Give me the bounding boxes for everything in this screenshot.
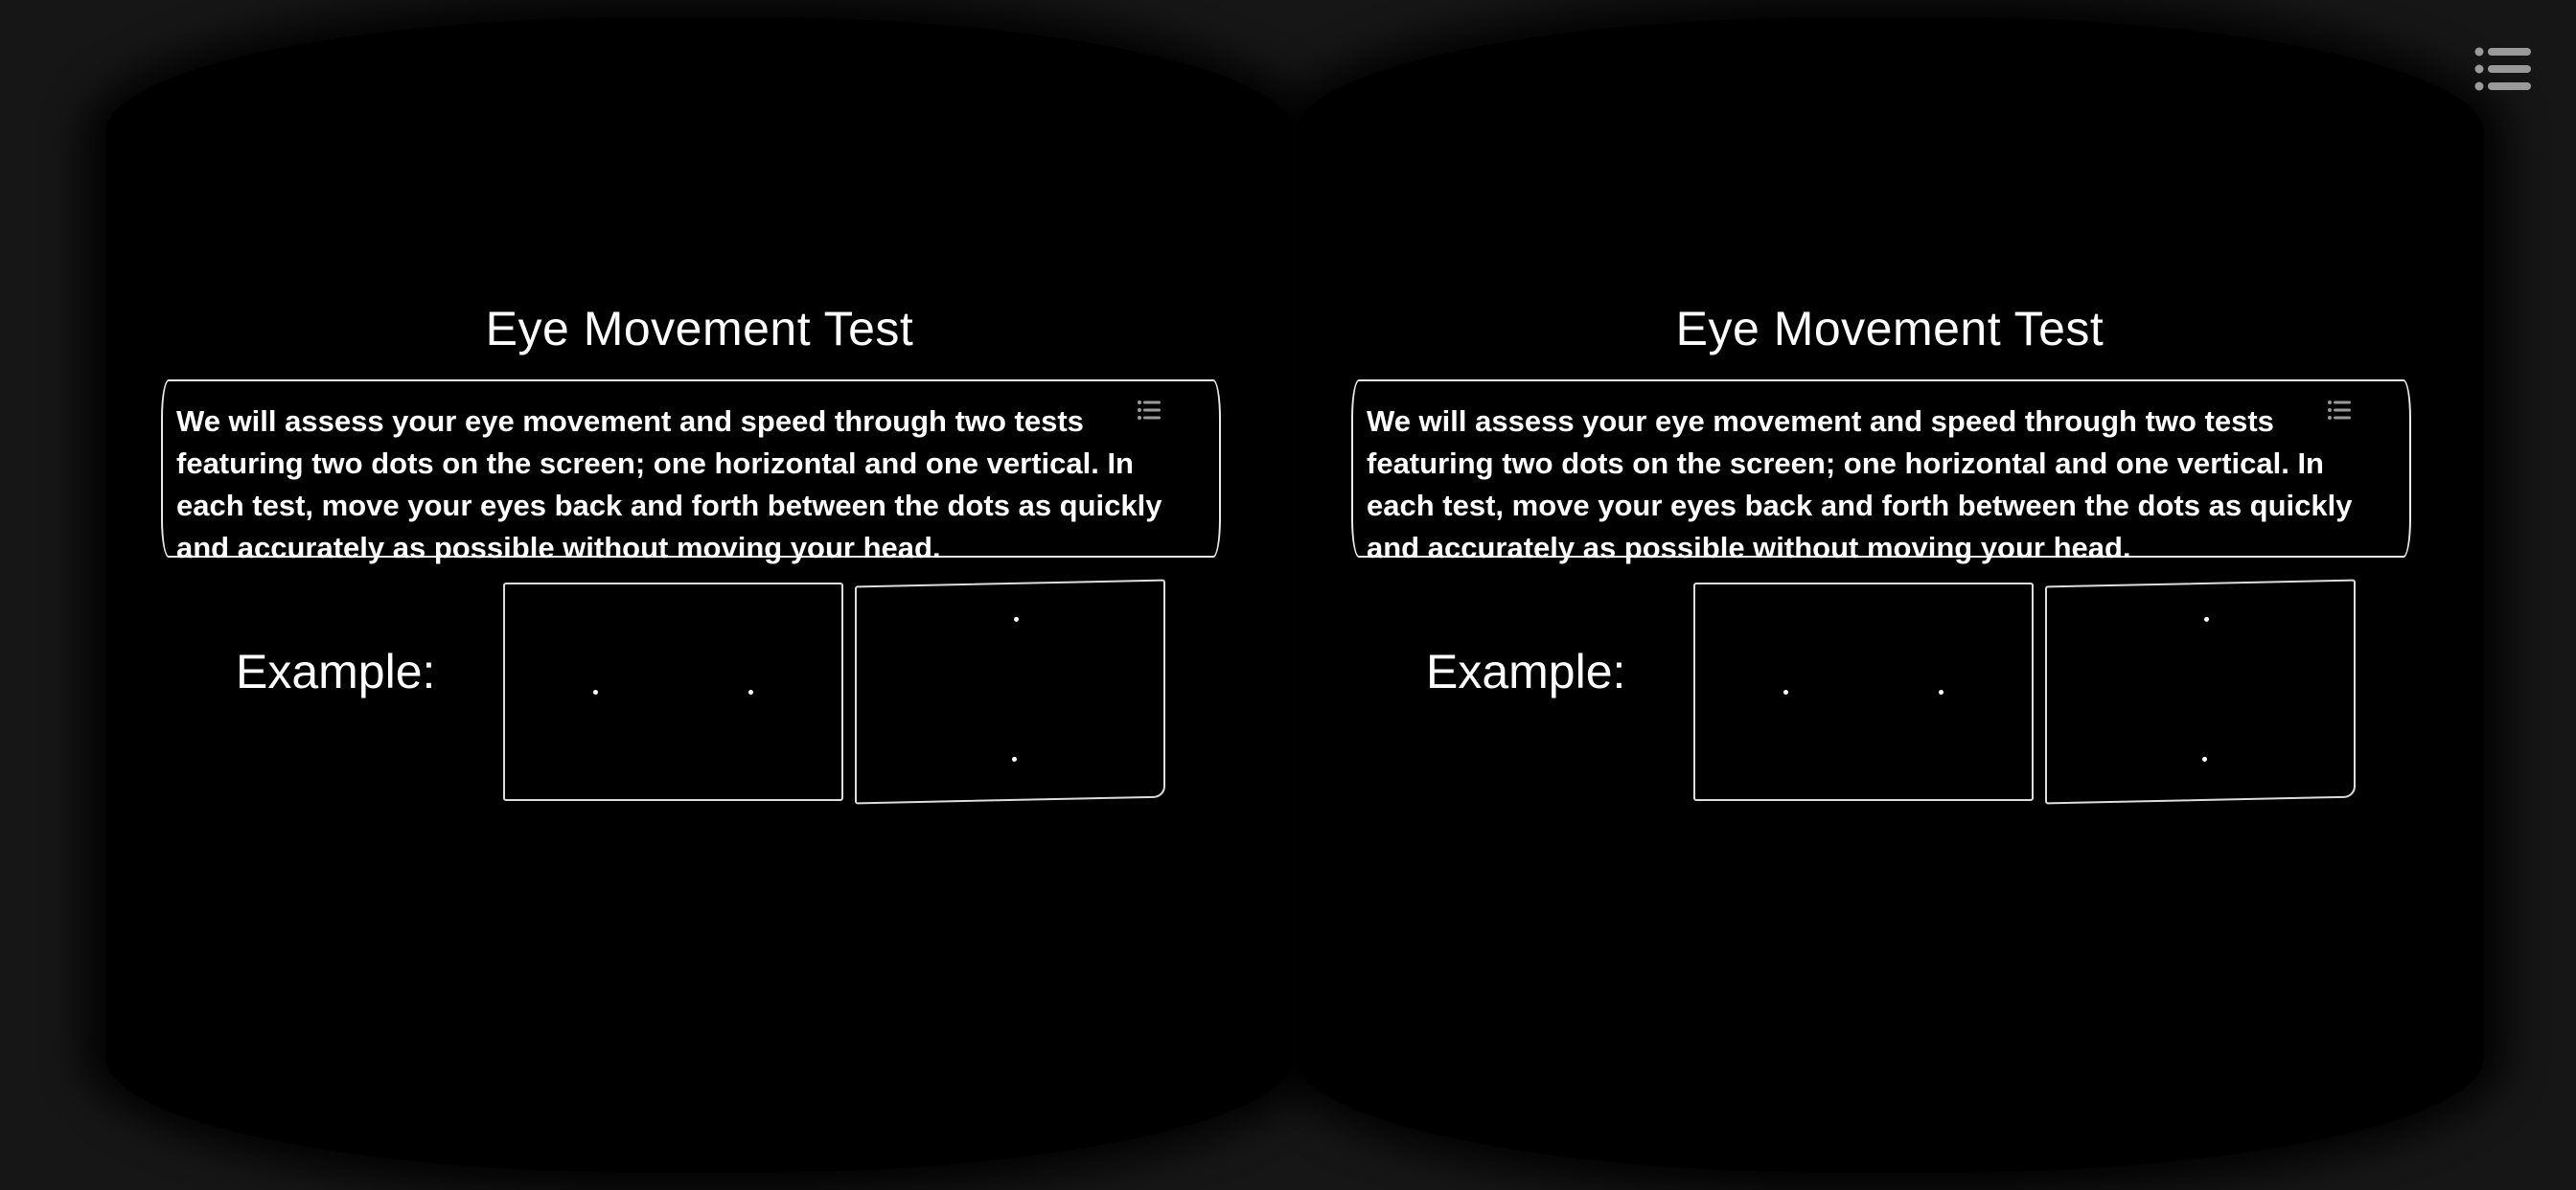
example-label: Example:: [1426, 645, 1626, 698]
left-eye-viewport: Eye Movement Test We will assess your ey…: [105, 17, 1294, 1173]
instructions-panel: We will assess your eye movement and spe…: [1351, 379, 2411, 564]
example-dot: [593, 690, 598, 695]
left-eye-content: Eye Movement Test We will assess your ey…: [105, 17, 1294, 1173]
list-menu-icon[interactable]: [2474, 44, 2532, 94]
vertical-example-box: [855, 579, 1165, 805]
right-eye-content: Eye Movement Test We will assess your ey…: [1296, 17, 2484, 1173]
instructions-text: We will assess your eye movement and spe…: [1367, 404, 2353, 564]
right-eye-viewport: Eye Movement Test We will assess your ey…: [1296, 17, 2484, 1173]
example-dot: [2202, 756, 2207, 762]
example-dot: [1939, 690, 1944, 695]
list-menu-icon: [1138, 400, 1161, 420]
vr-stereo-view: Eye Movement Test We will assess your ey…: [0, 0, 2576, 1190]
example-label: Example:: [236, 645, 436, 698]
instructions-text: We will assess your eye movement and spe…: [176, 404, 1162, 564]
example-dot: [748, 690, 753, 695]
example-dot: [1783, 690, 1788, 695]
example-dot: [2204, 616, 2209, 622]
vertical-example-box: [2045, 579, 2356, 805]
example-dot: [1014, 616, 1019, 622]
horizontal-example-box: [1693, 583, 2034, 801]
horizontal-example-box: [503, 583, 843, 801]
list-menu-icon: [2328, 400, 2351, 420]
page-title: Eye Movement Test: [1675, 302, 2104, 355]
page-title: Eye Movement Test: [485, 302, 914, 355]
example-dot: [1012, 756, 1017, 762]
instructions-panel: We will assess your eye movement and spe…: [161, 379, 1221, 564]
